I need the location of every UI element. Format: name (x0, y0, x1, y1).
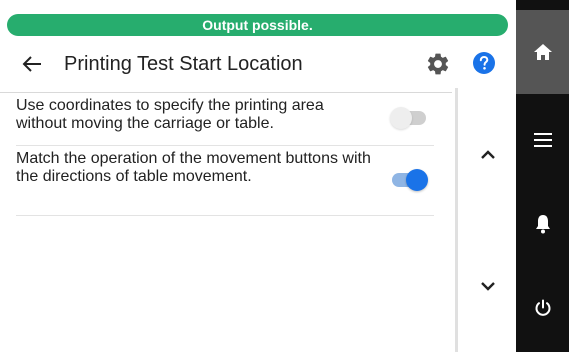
toggle-thumb (406, 169, 428, 191)
page-title: Printing Test Start Location (64, 53, 303, 75)
arrow-left-icon (22, 56, 41, 72)
movement-direction-toggle[interactable] (390, 168, 430, 192)
bell-icon (535, 215, 550, 234)
chevron-up-icon (481, 150, 495, 159)
help-button[interactable] (471, 50, 497, 76)
status-banner: Output possible. (7, 14, 508, 36)
help-circle-icon (473, 52, 495, 74)
settings-button[interactable] (423, 49, 453, 79)
scroll-up-button[interactable] (476, 143, 500, 167)
sidebar-item-menu[interactable] (516, 110, 569, 170)
back-button[interactable] (18, 50, 46, 78)
power-icon (535, 299, 550, 316)
sidebar-item-home[interactable] (516, 10, 569, 94)
toggle-thumb (390, 107, 412, 129)
sidebar-item-power[interactable] (516, 280, 569, 336)
scroll-column (455, 88, 515, 352)
scroll-down-button[interactable] (476, 274, 500, 298)
setting-row-movement-direction: Match the operation of the movement butt… (16, 146, 434, 216)
sidebar-item-notifications[interactable] (516, 196, 569, 252)
setting-row-coordinates: Use coordinates to specify the printing … (16, 93, 434, 146)
setting-label-coordinates: Use coordinates to specify the printing … (16, 97, 324, 132)
settings-list: Use coordinates to specify the printing … (0, 92, 452, 352)
setting-label-movement-direction: Match the operation of the movement butt… (16, 150, 371, 185)
chevron-down-icon (481, 282, 495, 291)
header: Printing Test Start Location (0, 40, 515, 88)
home-icon (533, 44, 552, 60)
sidebar (516, 0, 569, 352)
gear-icon (427, 53, 449, 75)
coordinates-toggle[interactable] (390, 106, 430, 130)
app-window: Output possible. Printing Test Start Loc… (0, 0, 569, 352)
menu-icon (533, 133, 552, 147)
